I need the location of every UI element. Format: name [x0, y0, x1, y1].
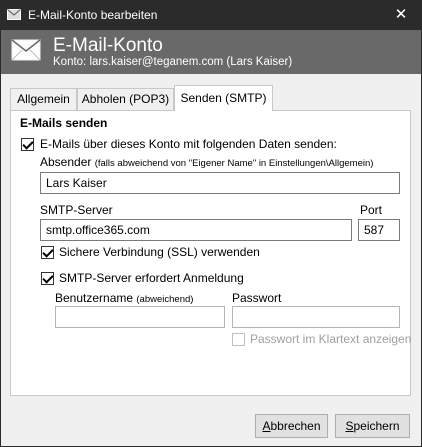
smtp-auth-checkbox[interactable]: [41, 272, 54, 285]
tab-abholen-pop3[interactable]: Abholen (POP3): [77, 88, 174, 110]
sender-label-text: Absender: [40, 155, 92, 169]
send-via-account-checkbox[interactable]: [21, 138, 34, 151]
window-title: E-Mail-Konto bearbeiten: [28, 8, 158, 22]
dialog-window: E-Mail-Konto bearbeiten ✕ E-Mail-Konto K…: [0, 0, 422, 447]
port-label: Port: [360, 203, 383, 217]
save-button-rest: peichern: [353, 419, 400, 433]
ssl-checkbox[interactable]: [41, 246, 54, 259]
smtp-server-input[interactable]: smtp.office365.com: [40, 219, 352, 241]
mail-icon: [7, 9, 21, 20]
cancel-button[interactable]: Abbrechen: [255, 414, 328, 438]
title-bar: E-Mail-Konto bearbeiten ✕: [0, 0, 422, 30]
smtp-auth-label: SMTP-Server erfordert Anmeldung: [59, 271, 244, 285]
dialog-header: E-Mail-Konto Konto: lars.kaiser@teganem.…: [1, 30, 421, 74]
tab-allgemein[interactable]: Allgemein: [10, 88, 77, 110]
username-input[interactable]: [55, 306, 225, 328]
tab-senden-smtp[interactable]: Senden (SMTP): [174, 85, 273, 111]
cancel-button-rest: bbrechen: [270, 419, 321, 433]
show-password-label: Passwort im Klartext anzeigen: [250, 332, 412, 346]
save-button[interactable]: Speichern: [335, 414, 410, 438]
show-password-checkbox[interactable]: [232, 333, 245, 346]
close-icon[interactable]: ✕: [386, 4, 416, 26]
ssl-label: Sichere Verbindung (SSL) verwenden: [59, 245, 260, 259]
sender-input[interactable]: Lars Kaiser: [40, 172, 400, 194]
password-label: Passwort: [232, 291, 282, 305]
port-input[interactable]: 587: [358, 219, 400, 241]
username-label: Benutzername (abweichend): [55, 291, 193, 305]
header-title: E-Mail-Konto: [53, 35, 163, 56]
sender-label: Absender (falls abweichend von "Eigener …: [40, 155, 373, 169]
smtp-settings-panel: E-Mails senden E-Mails über dieses Konto…: [10, 110, 411, 396]
dialog-content: Allgemein Abholen (POP3) Senden (SMTP) E…: [1, 74, 421, 446]
password-input[interactable]: [232, 306, 400, 328]
username-hint: (abweichend): [136, 294, 194, 305]
username-label-text: Benutzername: [55, 291, 134, 305]
sender-hint: (falls abweichend von "Eigener Name" in …: [94, 158, 374, 169]
smtp-server-label: SMTP-Server: [40, 203, 113, 217]
send-via-account-label: E-Mails über dieses Konto mit folgenden …: [40, 137, 337, 151]
account-subtitle: Konto: lars.kaiser@teganem.com (Lars Kai…: [53, 56, 293, 68]
mail-icon: [11, 39, 41, 61]
section-title: E-Mails senden: [20, 116, 108, 130]
